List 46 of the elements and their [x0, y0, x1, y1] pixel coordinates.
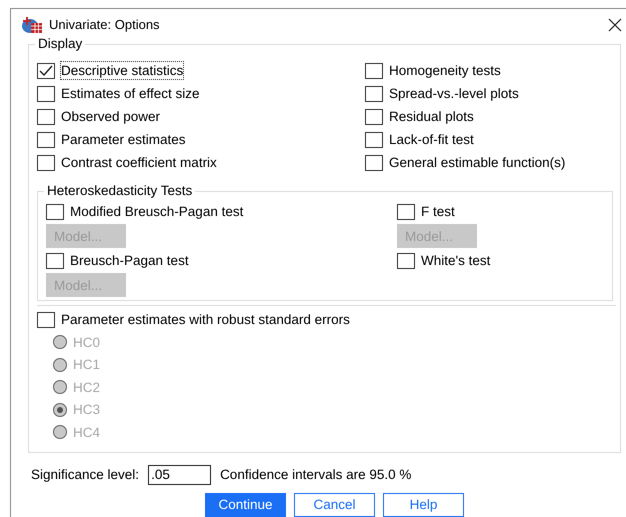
checkbox[interactable]: [365, 132, 383, 148]
dialog-button[interactable]: Cancel: [294, 492, 375, 516]
checkbox-label: General estimable function(s): [389, 154, 566, 171]
radio-label: HC4: [73, 424, 100, 441]
checkbox-label: Contrast coefficient matrix: [61, 154, 217, 171]
checkbox[interactable]: [365, 108, 383, 124]
checkbox-label: Homogeneity tests: [389, 62, 501, 79]
checkbox-label: Parameter estimates: [61, 131, 186, 148]
checkbox[interactable]: [37, 86, 55, 102]
checkbox[interactable]: [37, 312, 55, 328]
close-icon[interactable]: [608, 18, 622, 32]
checkbox-label: Observed power: [61, 108, 160, 125]
checkbox[interactable]: [37, 132, 55, 148]
app-icon: [21, 16, 43, 34]
checkbox[interactable]: [37, 108, 55, 124]
dialog-button[interactable]: Continue: [205, 492, 286, 516]
checkbox-label: Breusch-Pagan test: [70, 252, 189, 269]
checkbox-label: F test: [421, 203, 455, 220]
checkbox-label: White's test: [421, 252, 490, 269]
confidence-text: Confidence intervals are 95.0 %: [220, 466, 412, 483]
significance-label: Significance level:: [31, 466, 140, 483]
radio-label: HC0: [73, 334, 100, 351]
checkbox[interactable]: [397, 204, 415, 220]
checkbox[interactable]: [46, 252, 64, 268]
checkbox-label: Modified Breusch-Pagan test: [70, 203, 244, 220]
checkbox-label: Descriptive statistics: [61, 62, 184, 79]
checkbox-label: Parameter estimates with robust standard errors: [61, 311, 350, 328]
checkbox-label: Estimates of effect size: [61, 85, 200, 102]
radio-label: HC1: [73, 356, 100, 374]
dialog-button[interactable]: Help: [383, 492, 464, 516]
radio-label: HC3: [73, 401, 100, 418]
checkbox[interactable]: [37, 62, 55, 78]
group-title: Display: [35, 36, 86, 51]
window-title: Univariate: Options: [49, 17, 161, 32]
checkbox[interactable]: [46, 204, 64, 220]
checkbox-label: Residual plots: [389, 108, 474, 125]
checkbox[interactable]: [37, 154, 55, 170]
checkbox[interactable]: [365, 154, 383, 170]
checkbox-label: Spread-vs.-level plots: [389, 85, 519, 102]
checkbox[interactable]: [397, 252, 415, 268]
checkbox[interactable]: [365, 86, 383, 102]
significance-field[interactable]: .05: [148, 464, 212, 484]
group-title: Heteroskedasticity Tests: [44, 183, 196, 198]
radio-label: HC2: [73, 378, 100, 396]
checkbox-label: Lack-of-fit test: [389, 131, 474, 148]
checkbox[interactable]: [365, 62, 383, 78]
